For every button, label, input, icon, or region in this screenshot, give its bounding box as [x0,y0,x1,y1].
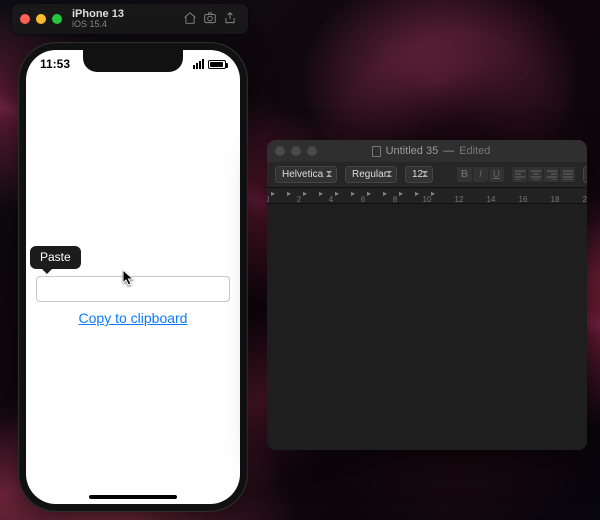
home-indicator[interactable] [89,495,177,499]
tab-stop-icon[interactable]: ▸ [367,189,371,198]
context-menu-paste[interactable]: Paste [30,246,81,269]
alignment-group [512,167,575,182]
underline-button[interactable]: U [489,167,504,182]
minimize-window-button[interactable] [291,146,301,156]
ruler-number: 14 [487,195,496,204]
font-size-select[interactable]: 12 [405,166,433,183]
home-icon[interactable] [180,11,200,28]
ruler-number: 20 [583,195,587,204]
font-family-select[interactable]: Helvetica [275,166,337,183]
ruler-number: 12 [455,195,464,204]
app-body: Copy to clipboard [26,88,240,504]
ruler-number: 4 [329,195,333,204]
maximize-window-button[interactable] [52,14,62,24]
ruler-number: 18 [551,195,560,204]
text-style-group: B I U [457,167,504,182]
font-style-select[interactable]: Regular [345,166,397,183]
window-traffic-lights [275,146,317,156]
textedit-titlebar[interactable]: Untitled 35 — Edited [267,140,587,162]
close-window-button[interactable] [20,14,30,24]
cellular-signal-icon [193,59,204,69]
ruler-number: 6 [361,195,365,204]
share-icon[interactable] [220,11,240,28]
tab-stop-icon[interactable]: ▸ [335,189,339,198]
ruler-number: 0 [267,195,269,204]
minimize-window-button[interactable] [36,14,46,24]
textedit-window: Untitled 35 — Edited Helvetica Regular 1… [267,140,587,450]
tab-stop-icon[interactable]: ▸ [287,189,291,198]
status-time: 11:53 [40,57,70,71]
align-justify-button[interactable] [560,167,575,182]
screenshot-icon[interactable] [200,11,220,28]
window-traffic-lights [20,14,62,24]
battery-icon [208,60,226,69]
text-editor-body[interactable] [267,204,587,450]
tab-stop-icon[interactable]: ▸ [383,189,387,198]
line-spacing-select[interactable]: 1.0 [583,166,587,183]
window-title: Untitled 35 — Edited [325,145,537,157]
ruler-number: 16 [519,195,528,204]
notch [83,50,183,72]
tab-stop-icon[interactable]: ▸ [415,189,419,198]
textedit-toolbar: Helvetica Regular 12 B I U 1.0 [267,162,587,188]
align-center-button[interactable] [528,167,543,182]
document-icon [372,146,381,157]
bold-button[interactable]: B [457,167,472,182]
device-label: iPhone 13 iOS 15.4 [72,9,124,30]
tab-stop-icon[interactable]: ▸ [399,189,403,198]
paste-label: Paste [40,250,71,264]
ruler-number: 2 [297,195,301,204]
ruler-number: 8 [393,195,397,204]
maximize-window-button[interactable] [307,146,317,156]
document-title: Untitled 35 [386,145,439,157]
ruler[interactable]: 02468101214161820▸▸▸▸▸▸▸▸▸▸▸ [267,188,587,204]
tab-stop-icon[interactable]: ▸ [319,189,323,198]
italic-button[interactable]: I [473,167,488,182]
tab-stop-icon[interactable]: ▸ [303,189,307,198]
tab-stop-icon[interactable]: ▸ [271,189,275,198]
align-left-button[interactable] [512,167,527,182]
tab-stop-icon[interactable]: ▸ [351,189,355,198]
tab-stop-icon[interactable]: ▸ [431,189,435,198]
title-separator: — [443,145,454,157]
simulator-titlebar: iPhone 13 iOS 15.4 [12,4,248,34]
device-os: iOS 15.4 [72,20,124,29]
close-window-button[interactable] [275,146,285,156]
copy-to-clipboard-button[interactable]: Copy to clipboard [36,310,230,326]
align-right-button[interactable] [544,167,559,182]
mouse-cursor-icon [123,270,135,291]
edited-indicator: Edited [459,145,490,157]
